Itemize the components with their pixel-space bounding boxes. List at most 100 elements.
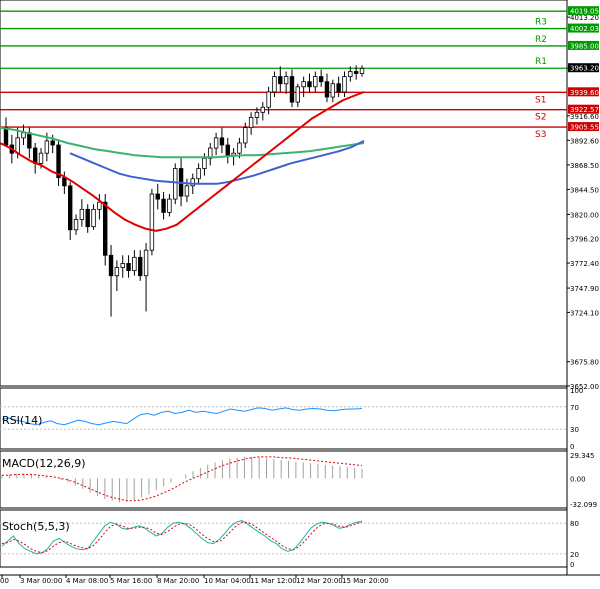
stoch-tick-label: 80 <box>570 520 579 528</box>
candle-body <box>307 81 312 88</box>
time-axis: 00 3 Mar 00:00 4 Mar 08:00 5 Mar 16:00 8 Mar… <box>0 575 389 585</box>
upper-level-tag-label: 4019.05 <box>570 8 599 16</box>
candle-body <box>278 76 283 85</box>
macd-tick-label: 29.345 <box>570 452 595 460</box>
level-label-s1: S1 <box>535 95 546 105</box>
rsi-tick-label: 70 <box>570 404 579 412</box>
rsi-tick-label: 30 <box>570 426 579 434</box>
price-tick-label: 3747.90 <box>570 285 599 293</box>
price-tick-label: 3796.20 <box>570 236 599 244</box>
price-tick-label: 3675.80 <box>570 359 599 367</box>
candle-body <box>62 177 67 187</box>
candle-body <box>138 256 143 277</box>
time-tick-label: 10 Mar 04:00 <box>204 577 251 585</box>
candle-body <box>213 137 219 149</box>
candle-body <box>295 86 301 103</box>
time-tick-label: 00 <box>0 577 9 585</box>
candle-body <box>114 267 120 277</box>
candle-body <box>167 198 172 213</box>
candle-body <box>219 137 225 146</box>
level-tag-label-s2: 3922.57 <box>570 106 599 114</box>
candle-body <box>67 185 73 231</box>
level-label-s2: S2 <box>535 113 546 123</box>
candle-body <box>336 83 341 93</box>
candle-body <box>21 132 26 139</box>
candle-body <box>342 76 347 93</box>
stoch-tick-label: 20 <box>570 551 579 559</box>
macd-tick-label: -32.099 <box>570 501 597 509</box>
candle-body <box>313 76 318 88</box>
candle-body <box>79 208 85 220</box>
trading-chart: 4013.203963.203916.603892.603868.503844.… <box>0 0 600 585</box>
macd-label: MACD(12,26,9) <box>2 457 86 470</box>
level-label-r3: R3 <box>535 18 547 28</box>
candle-body <box>132 256 137 272</box>
candle-body <box>243 127 248 144</box>
price-tick-label: 3820.00 <box>570 211 599 219</box>
rsi-tick-label: 0 <box>570 443 574 451</box>
candle-body <box>91 208 96 228</box>
level-tag-label-s3: 3905.55 <box>570 124 599 132</box>
candle-body <box>126 263 131 272</box>
candle-body <box>254 111 260 118</box>
candle-body <box>143 249 149 277</box>
candle-body <box>120 263 125 268</box>
rsi-label: RSI(14) <box>2 414 42 427</box>
candle-body <box>161 198 166 213</box>
price-tick-label: 3844.50 <box>570 186 599 194</box>
candle-body <box>289 76 295 103</box>
level-label-r1: R1 <box>535 57 547 67</box>
candle-body <box>3 127 9 146</box>
candle-body <box>348 71 353 77</box>
candle-body <box>260 106 265 113</box>
candle-body <box>359 68 365 74</box>
candle-body <box>196 168 201 180</box>
time-tick-label: 4 Mar 08:00 <box>66 577 108 585</box>
candle-body <box>225 144 230 156</box>
rsi-tick-label: 100 <box>570 387 583 395</box>
candle-body <box>32 147 38 164</box>
candle-body <box>202 157 207 169</box>
candle-body <box>50 140 55 146</box>
candle-body <box>85 208 90 228</box>
candle-body <box>301 81 306 88</box>
candle-body <box>272 76 277 93</box>
candle-body <box>155 193 160 200</box>
price-tick-label: 3892.60 <box>570 137 599 145</box>
stoch-label: Stoch(5,5,3) <box>2 520 70 533</box>
candle-body <box>44 140 50 154</box>
price-tick-label: 3724.10 <box>570 309 599 317</box>
candle-body <box>38 152 44 164</box>
candle-body <box>173 168 178 200</box>
time-tick-label: 8 Mar 20:00 <box>157 577 199 585</box>
time-tick-label: 5 Mar 16:00 <box>110 577 152 585</box>
candle-body <box>103 201 108 256</box>
candle-body <box>184 185 190 197</box>
price-tick-label: 3772.40 <box>570 260 599 268</box>
level-tag-label-r3: 4002.03 <box>570 25 599 33</box>
candle-body <box>283 76 289 85</box>
candle-body <box>73 219 79 231</box>
candle-body <box>237 142 242 154</box>
candle-body <box>318 76 324 83</box>
time-tick-label: 11 Mar 12:00 <box>250 577 297 585</box>
level-tag-label-r2: 3985.00 <box>570 42 599 50</box>
candle-body <box>149 193 155 251</box>
time-tick-label: 3 Mar 00:00 <box>20 577 62 585</box>
candle-body <box>324 81 330 98</box>
panel-border-3 <box>0 509 568 568</box>
level-label-r2: R2 <box>535 35 547 45</box>
stoch-tick-label: 0 <box>570 561 574 569</box>
price-tick-label: 3868.50 <box>570 162 599 170</box>
time-tick-label: 12 Mar 20:00 <box>296 577 343 585</box>
candle-body <box>108 254 114 277</box>
time-tick-label: 15 Mar 20:00 <box>342 577 389 585</box>
level-tag-label-s1: 3939.60 <box>570 89 599 97</box>
candle-body <box>330 83 336 98</box>
candle-body <box>353 71 359 74</box>
candle-body <box>248 117 254 129</box>
last-price-label: 3963.20 <box>570 65 599 73</box>
level-label-s3: S3 <box>535 130 546 140</box>
candle-body <box>97 201 102 210</box>
candle-body <box>15 137 20 154</box>
